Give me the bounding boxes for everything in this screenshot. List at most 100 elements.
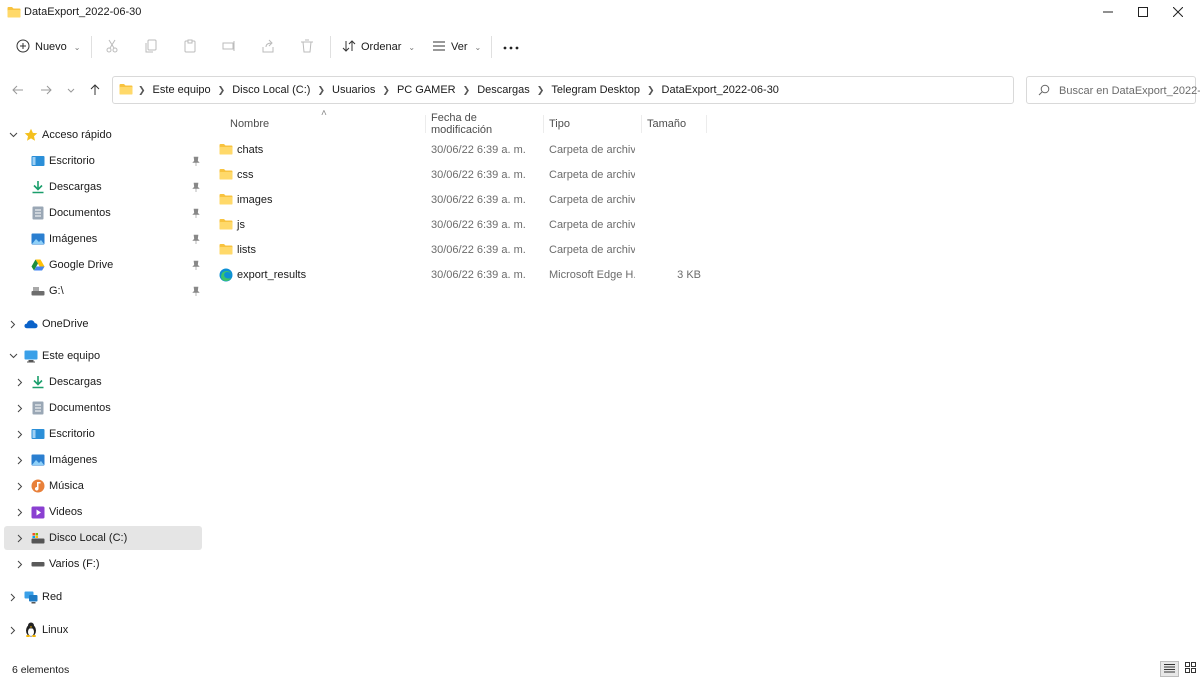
chevron-right-icon[interactable] (15, 507, 25, 517)
pin-icon[interactable] (191, 155, 201, 167)
folder-icon (219, 243, 233, 258)
pin-icon[interactable] (191, 259, 201, 271)
column-header-name[interactable]: Nombre (230, 112, 420, 136)
breadcrumb-item[interactable]: Descargas (477, 84, 530, 96)
sort-button[interactable]: Ordenar ⌄ (342, 37, 415, 57)
file-row[interactable]: lists 30/06/22 6:39 a. m. Carpeta de arc… (212, 238, 712, 263)
sidebar-item-label: Disco Local (C:) (49, 532, 128, 544)
pin-icon[interactable] (191, 285, 201, 297)
breadcrumb-item[interactable]: DataExport_2022-06-30 (662, 84, 779, 96)
recent-locations-button[interactable] (62, 82, 80, 100)
pin-icon[interactable] (191, 181, 201, 193)
delete-button[interactable] (298, 38, 316, 56)
paste-button[interactable] (181, 38, 199, 56)
music-icon (31, 479, 45, 493)
up-button[interactable] (86, 82, 104, 100)
sidebar-item-pc-videos[interactable]: Videos (4, 500, 202, 524)
column-header-date[interactable]: Fecha de modificación (431, 112, 541, 136)
folder-icon (219, 193, 233, 208)
command-bar: Nuevo ⌄ Ordenar ⌄ Ver ⌄ (0, 26, 1200, 68)
chevron-right-icon[interactable] (15, 377, 25, 387)
share-button[interactable] (259, 38, 277, 56)
chevron-down-icon[interactable] (8, 351, 18, 361)
column-divider[interactable] (641, 115, 642, 133)
tiles-view-button[interactable] (1182, 661, 1198, 677)
chevron-right-icon[interactable] (15, 429, 25, 439)
sidebar-item-label: Google Drive (49, 259, 114, 271)
sidebar-item-linux[interactable]: Linux (4, 618, 202, 642)
back-button[interactable] (9, 82, 27, 100)
forward-button[interactable] (37, 82, 55, 100)
column-header-size[interactable]: Tamaño (647, 112, 707, 136)
column-header-type[interactable]: Tipo (549, 112, 639, 136)
chevron-right-icon[interactable]: ❯ (382, 85, 390, 96)
new-button[interactable]: Nuevo ⌄ (16, 37, 81, 57)
breadcrumb-item[interactable]: Disco Local (C:) (232, 84, 310, 96)
sidebar-item-pc-imagenes[interactable]: Imágenes (4, 448, 202, 472)
chevron-right-icon[interactable] (15, 559, 25, 569)
sidebar-item-network[interactable]: Red (4, 585, 202, 609)
sidebar-item-this-pc[interactable]: Este equipo (4, 344, 202, 368)
sidebar-item-label: Música (49, 480, 84, 492)
rename-button[interactable] (220, 38, 238, 56)
chevron-right-icon[interactable] (15, 481, 25, 491)
chevron-right-icon[interactable]: ❯ (647, 85, 655, 96)
column-divider[interactable] (543, 115, 544, 133)
sidebar-item-pc-descargas[interactable]: Descargas (4, 370, 202, 394)
sidebar-item-imagenes[interactable]: Imágenes (4, 227, 202, 251)
chevron-right-icon[interactable]: ❯ (463, 85, 471, 96)
column-divider[interactable] (425, 115, 426, 133)
chevron-right-icon[interactable]: ❯ (537, 85, 545, 96)
breadcrumb-item[interactable]: Telegram Desktop (551, 84, 640, 96)
breadcrumb-item[interactable]: PC GAMER (397, 84, 456, 96)
more-button[interactable] (502, 38, 520, 56)
pin-icon[interactable] (191, 207, 201, 219)
pictures-icon (31, 232, 45, 246)
sidebar-item-documentos[interactable]: Documentos (4, 201, 202, 225)
chevron-right-icon[interactable] (8, 319, 18, 329)
sidebar-item-escritorio[interactable]: Escritorio (4, 149, 202, 173)
file-row[interactable]: css 30/06/22 6:39 a. m. Carpeta de archi… (212, 163, 712, 188)
sidebar-item-label: Escritorio (49, 428, 95, 440)
column-header-row: ˄ Nombre Fecha de modificación Tipo Tama… (212, 108, 712, 136)
file-type: Microsoft Edge H... (549, 269, 635, 281)
chevron-down-icon[interactable] (8, 130, 18, 140)
sidebar-item-onedrive[interactable]: OneDrive (4, 312, 202, 336)
sidebar-item-g-drive[interactable]: G:\ (4, 279, 202, 303)
file-row[interactable]: export_results 30/06/22 6:39 a. m. Micro… (212, 263, 712, 288)
chevron-right-icon[interactable]: ❯ (317, 85, 325, 96)
search-input[interactable]: Buscar en DataExport_2022-... (1026, 76, 1200, 104)
chevron-right-icon[interactable] (8, 625, 18, 635)
chevron-right-icon[interactable] (15, 403, 25, 413)
sidebar-item-pc-escritorio[interactable]: Escritorio (4, 422, 202, 446)
sidebar-item-quick-access[interactable]: Acceso rápido (4, 123, 202, 147)
pin-icon[interactable] (191, 233, 201, 245)
sidebar-item-varios-f[interactable]: Varios (F:) (4, 552, 202, 576)
file-date: 30/06/22 6:39 a. m. (431, 244, 526, 256)
copy-button[interactable] (142, 38, 160, 56)
details-view-button[interactable] (1160, 661, 1179, 677)
sidebar-item-pc-documentos[interactable]: Documentos (4, 396, 202, 420)
sidebar-item-descargas[interactable]: Descargas (4, 175, 202, 199)
file-row[interactable]: js 30/06/22 6:39 a. m. Carpeta de archiv… (212, 213, 712, 238)
more-icon (503, 41, 519, 53)
address-bar[interactable]: ❯ Este equipo ❯ Disco Local (C:) ❯ Usuar… (112, 76, 1114, 104)
column-header-label: Nombre (230, 118, 270, 130)
cut-button[interactable] (103, 38, 121, 56)
chevron-right-icon[interactable] (15, 455, 25, 465)
chevron-right-icon[interactable]: ❯ (218, 85, 226, 96)
breadcrumb-item[interactable]: Este equipo (153, 84, 211, 96)
file-row[interactable]: images 30/06/22 6:39 a. m. Carpeta de ar… (212, 188, 712, 213)
sidebar-item-pc-musica[interactable]: Música (4, 474, 202, 498)
breadcrumb-item[interactable]: Usuarios (332, 84, 375, 96)
column-header-label: Tamaño (647, 118, 687, 130)
chevron-right-icon[interactable] (8, 592, 18, 602)
file-row[interactable]: chats 30/06/22 6:39 a. m. Carpeta de arc… (212, 138, 712, 163)
sidebar-item-google-drive[interactable]: Google Drive (4, 253, 202, 277)
sidebar-item-local-disk-c[interactable]: Disco Local (C:) (4, 526, 202, 550)
chevron-right-icon[interactable] (15, 533, 25, 543)
column-divider[interactable] (706, 115, 707, 133)
view-button[interactable]: Ver ⌄ (432, 37, 481, 57)
close-button[interactable] (1155, 0, 1200, 26)
divider (491, 36, 492, 58)
